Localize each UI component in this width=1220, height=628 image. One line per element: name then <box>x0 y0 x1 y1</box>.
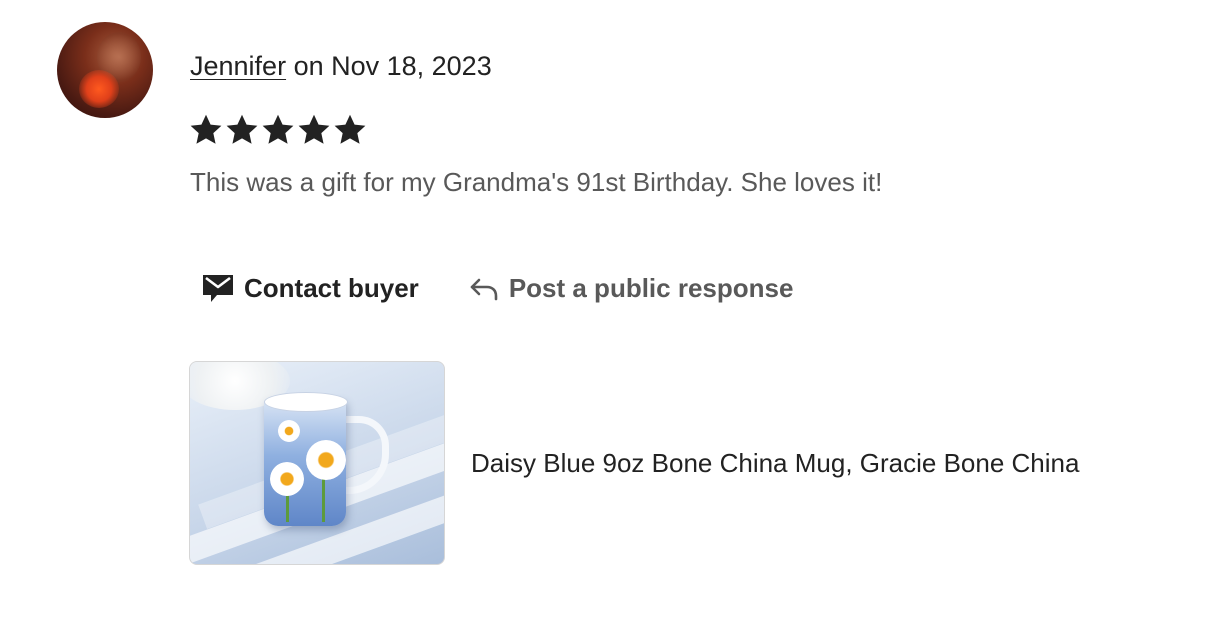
daisy-flower <box>306 440 346 480</box>
review-date: on Nov 18, 2023 <box>286 51 492 81</box>
contact-buyer-label: Contact buyer <box>244 272 419 303</box>
review-actions: Contact buyer Post a public response <box>202 268 793 308</box>
avatar[interactable] <box>57 22 153 118</box>
star-icon <box>332 112 368 148</box>
review-card: Jennifer on Nov 18, 2023 This was a gift… <box>0 0 1220 628</box>
daisy-flower <box>270 462 304 496</box>
avatar-highlight <box>79 70 119 108</box>
reviewer-name-link[interactable]: Jennifer <box>190 51 286 81</box>
star-icon <box>260 112 296 148</box>
post-public-response-label: Post a public response <box>508 272 794 303</box>
star-icon <box>188 112 224 148</box>
review-text: This was a gift for my Grandma's 91st Bi… <box>190 167 883 197</box>
review-byline: Jennifer on Nov 18, 2023 <box>190 48 492 84</box>
star-rating <box>188 112 368 148</box>
reviewed-product: Daisy Blue 9oz Bone China Mug, Gracie Bo… <box>189 361 1079 565</box>
product-title-link[interactable]: Daisy Blue 9oz Bone China Mug, Gracie Bo… <box>471 448 1079 479</box>
star-icon <box>224 112 260 148</box>
envelope-icon <box>202 273 234 303</box>
product-thumbnail[interactable] <box>189 361 445 565</box>
contact-buyer-button[interactable]: Contact buyer <box>202 273 419 304</box>
mug-rim <box>264 392 348 412</box>
reply-arrow-icon <box>469 275 499 301</box>
daisy-flower <box>278 420 300 442</box>
post-public-response-button[interactable]: Post a public response <box>469 272 794 304</box>
star-icon <box>296 112 332 148</box>
